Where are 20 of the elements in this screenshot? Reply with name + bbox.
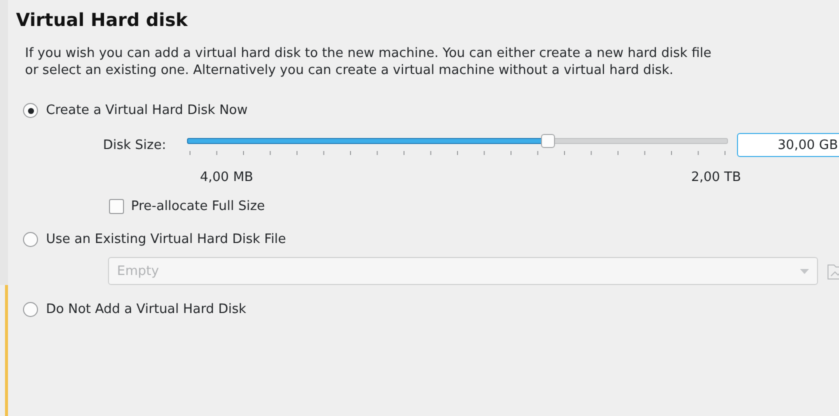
page-title: Virtual Hard disk [16,10,189,31]
caret-icon [800,268,809,274]
radio-option[interactable]: Create a Virtual Hard Disk Now [23,103,839,118]
radio-button[interactable] [23,232,38,247]
min-size-label: 4,00 MB [200,170,254,185]
description-text: If you wish you can add a virtual hard disk to the new machine. You can either create a new hard disk file or select an existing one. Alternatively you can create a virtual machine without a virtual hard disk. [25,45,712,79]
preallocate-option[interactable]: Pre-allocate Full Size [109,199,839,214]
disk-size-label: Disk Size: [103,138,168,152]
disk-size-field[interactable]: 30,00 GB [737,133,839,157]
max-size-label: 2,00 TB [691,170,741,185]
radio-option[interactable]: Use an Existing Virtual Hard Disk File [23,232,839,247]
slider-handle[interactable] [540,134,554,148]
radio-button[interactable] [23,302,38,317]
radio-button[interactable] [23,103,38,118]
checkbox[interactable] [109,199,124,214]
checkbox-label: Pre-allocate Full Size [131,199,265,214]
radio-label: Create a Virtual Hard Disk Now [46,103,248,118]
radio-label: Do Not Add a Virtual Hard Disk [46,302,246,317]
radio-label: Use an Existing Virtual Hard Disk File [46,232,286,247]
radio-option[interactable]: Do Not Add a Virtual Hard Disk [23,302,839,317]
